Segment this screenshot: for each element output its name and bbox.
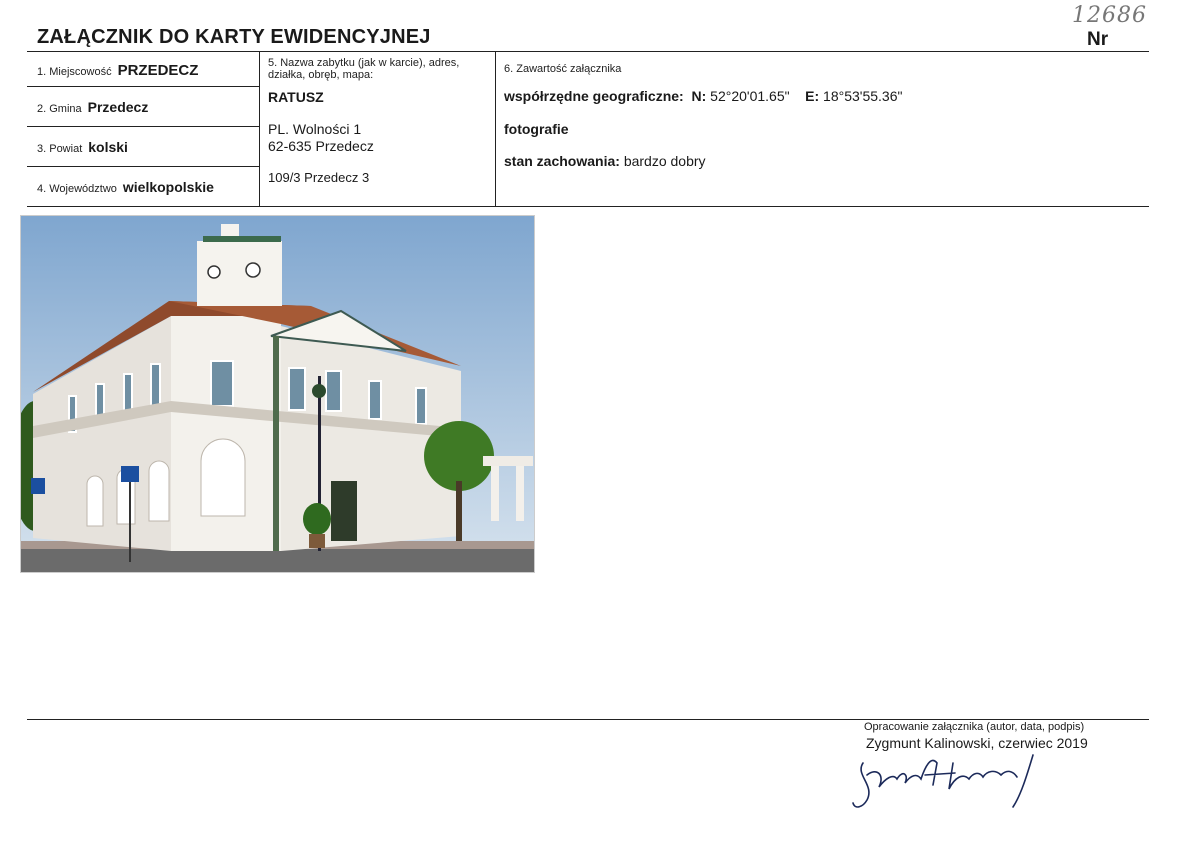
- document-title: ZAŁĄCZNIK DO KARTY EWIDENCYJNEJ: [37, 26, 431, 48]
- coordinates: współrzędne geograficzne: N: 52°20'01.65…: [504, 88, 902, 104]
- field-label: 4. Województwo: [37, 183, 117, 195]
- section6-label: 6. Zawartość załącznika: [504, 63, 622, 75]
- field-value: wielkopolskie: [122, 179, 214, 195]
- field-gmina: 2. Gmina Przedecz: [37, 99, 148, 115]
- footer-line: [27, 719, 1149, 720]
- handwritten-number: 12686: [1072, 3, 1147, 28]
- condition-value: bardzo dobry: [623, 153, 706, 169]
- handwritten-signature: [852, 754, 1034, 808]
- photos-label: fotografie: [504, 121, 569, 137]
- coords-label: współrzędne geograficzne:: [504, 88, 684, 104]
- address-line1: PL. Wolności 1: [268, 121, 362, 137]
- monument-address: PL. Wolności 1 62-635 Przedecz: [268, 121, 374, 155]
- column-divider-2: [495, 51, 496, 206]
- n-label: N:: [691, 88, 707, 104]
- town-hall-photo: [20, 215, 535, 573]
- condition-label: stan zachowania:: [504, 153, 620, 169]
- row-divider-3: [27, 166, 259, 167]
- n-value: 52°20'01.65": [710, 88, 790, 104]
- field-value: Przedecz: [87, 99, 149, 115]
- nr-label: Nr: [1087, 29, 1109, 50]
- row-divider-1: [27, 86, 259, 87]
- field-miejscowosc: 1. Miejscowość PRZEDECZ: [37, 62, 198, 79]
- e-label: E:: [805, 88, 820, 104]
- field-wojewodztwo: 4. Województwo wielkopolskie: [37, 179, 214, 195]
- section5-label-line1: 5. Nazwa zabytku (jak w karcie), adres,: [268, 57, 460, 69]
- field-value: kolski: [88, 139, 128, 155]
- monument-parcel: 109/3 Przedecz 3: [268, 170, 370, 185]
- prepared-label: Opracowanie załącznika (autor, data, pod…: [864, 721, 1085, 733]
- table-bottom-line: [27, 206, 1149, 207]
- monument-name: RATUSZ: [268, 89, 324, 105]
- field-label: 1. Miejscowość: [37, 66, 112, 78]
- field-powiat: 3. Powiat kolski: [37, 139, 128, 155]
- row-divider-2: [27, 126, 259, 127]
- field-value: PRZEDECZ: [117, 62, 199, 79]
- address-line2: 62-635 Przedecz: [268, 138, 374, 154]
- e-value: 18°53'55.36": [823, 88, 903, 104]
- section5-label-line2: działka, obręb, mapa:: [268, 69, 374, 81]
- column-divider-1: [259, 51, 260, 206]
- field-label: 3. Powiat: [37, 143, 83, 155]
- table-top-line: [27, 51, 1149, 52]
- condition: stan zachowania: bardzo dobry: [504, 153, 706, 169]
- section5-label: 5. Nazwa zabytku (jak w karcie), adres, …: [268, 57, 459, 81]
- field-label: 2. Gmina: [37, 103, 82, 115]
